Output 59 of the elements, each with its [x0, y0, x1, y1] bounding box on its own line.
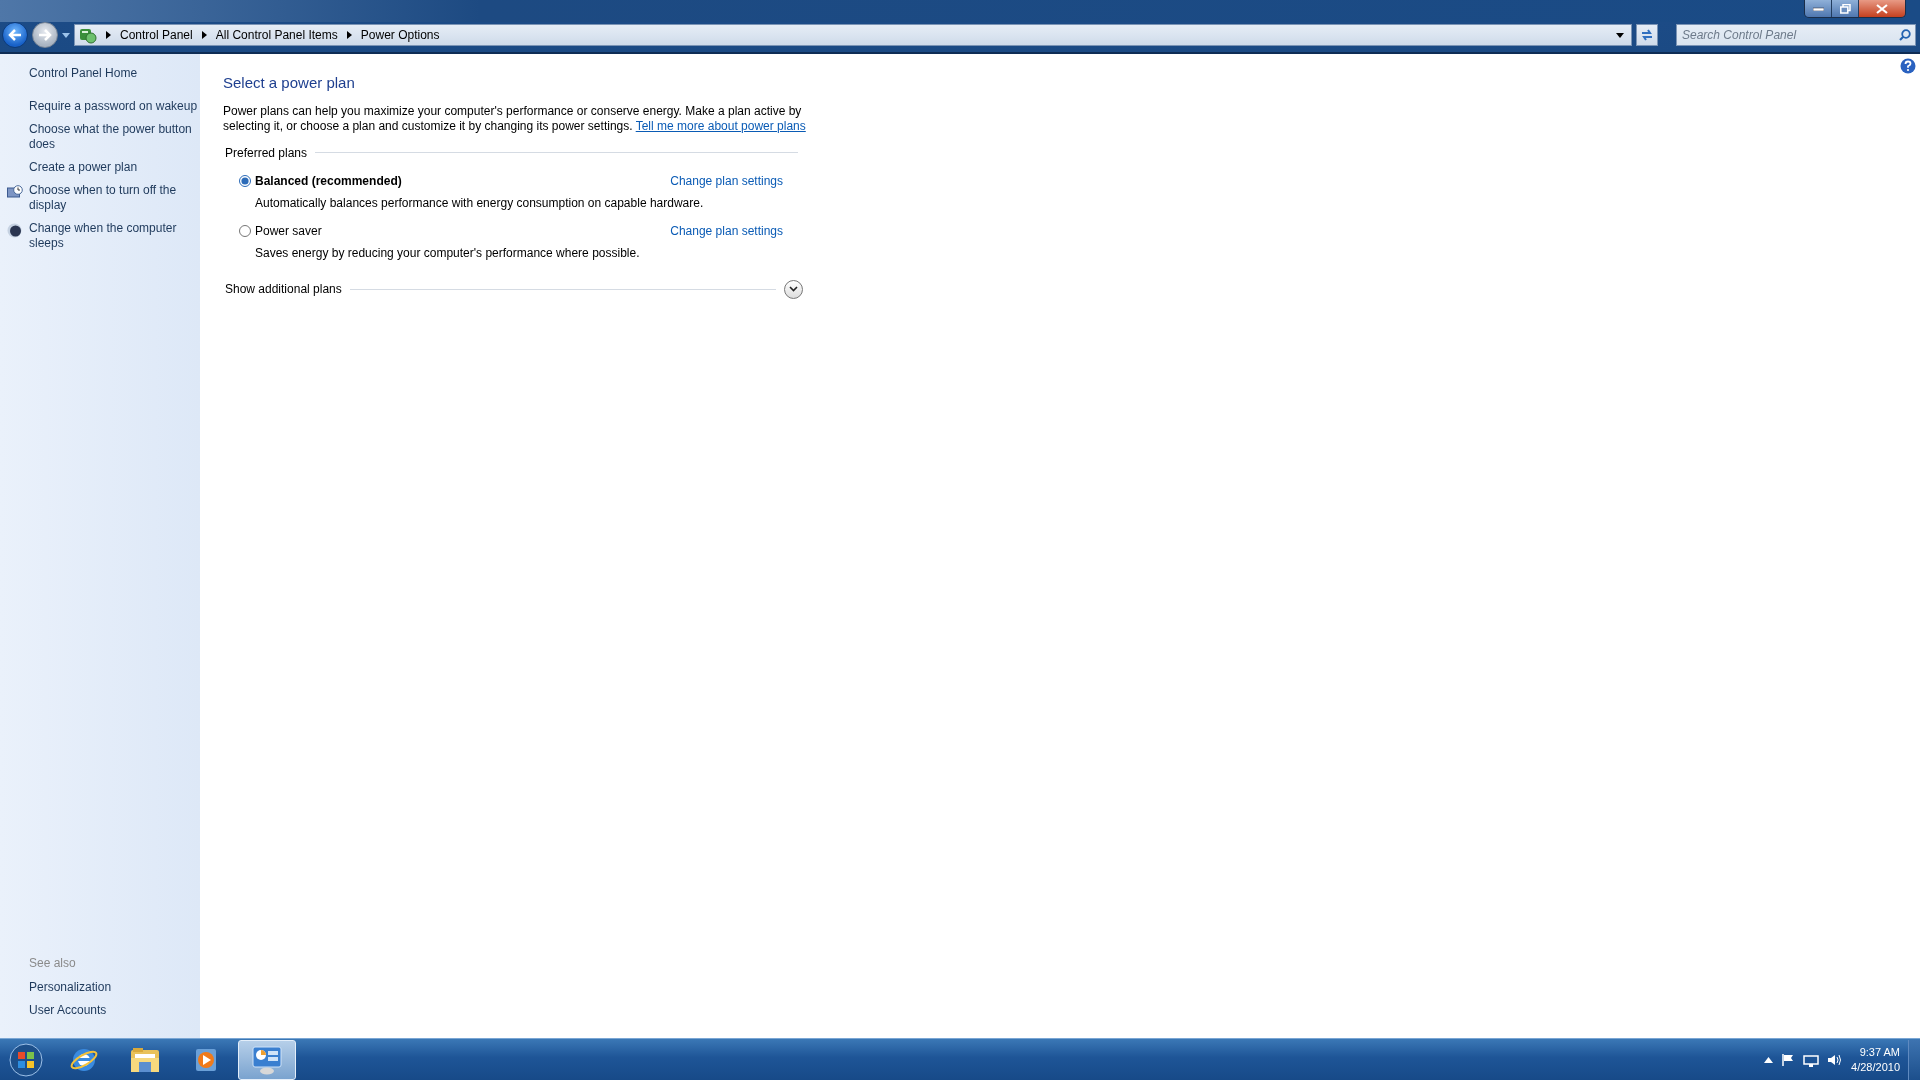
monitor-clock-icon [7, 185, 23, 201]
radio-button[interactable] [239, 174, 251, 187]
close-icon [1876, 3, 1888, 14]
sidebar-link[interactable]: Create a power plan [29, 160, 199, 175]
page-title: Select a power plan [223, 73, 356, 93]
forward-button[interactable] [32, 22, 58, 48]
sidebar-link[interactable]: Require a password on wakeup [29, 99, 199, 114]
flag-icon[interactable] [1781, 1052, 1796, 1067]
history-dropdown-icon[interactable] [62, 32, 70, 38]
address-dropdown-icon[interactable] [1616, 32, 1624, 38]
back-arrow-icon [8, 29, 22, 41]
restore-icon [1839, 3, 1851, 14]
network-icon[interactable] [1803, 1052, 1820, 1067]
forward-arrow-icon [38, 29, 52, 41]
close-button[interactable] [1859, 0, 1905, 17]
search-field[interactable]: Search Control Panel [1676, 24, 1916, 46]
change-plan-settings-link[interactable]: Change plan settings [670, 171, 783, 190]
refresh-icon [1640, 29, 1654, 41]
refresh-button[interactable] [1636, 24, 1658, 46]
moon-icon [7, 223, 22, 239]
address-bar[interactable]: Control Panel All Control Panel Items Power Options [74, 24, 1632, 46]
chevron-icon [789, 286, 798, 292]
back-button[interactable] [2, 22, 28, 48]
help-icon[interactable] [1900, 58, 1916, 74]
change-plan-settings-link[interactable]: Change plan settings [670, 221, 783, 240]
plan-name: Balanced (recommended) [255, 172, 402, 190]
sidebar-link[interactable]: Control Panel Home [29, 66, 138, 81]
radio-button[interactable] [239, 224, 251, 237]
sidebar-link[interactable]: Personalization [29, 980, 112, 995]
taskbar-button[interactable] [238, 1039, 296, 1080]
see-also-heading: See also [28, 955, 77, 972]
restore-button[interactable] [1832, 0, 1859, 17]
chevron-icon [201, 31, 207, 39]
clock[interactable]: 9:37 AM 4/28/2010 [1851, 1044, 1900, 1075]
control-panel-icon [79, 26, 97, 44]
sidebar-link[interactable]: User Accounts [29, 1003, 107, 1018]
chevron-icon [346, 31, 352, 39]
speaker-icon[interactable] [1827, 1052, 1844, 1067]
breadcrumb-link[interactable]: All Control Panel Items [215, 26, 338, 44]
plan-name: Power saver [255, 222, 322, 240]
help-link[interactable]: Tell me more about power plans [635, 118, 806, 133]
minimize-button[interactable] [1805, 0, 1832, 17]
intro-paragraph: Power plans can help you maximize your computer's performance or conserve energy. Make a plan active by selecting it, or choose a plan and customize it by changing its power settings. Tell me more about power plans [223, 103, 807, 134]
chevron-icon [106, 31, 111, 39]
show-hidden-icons-button[interactable] [1764, 1056, 1774, 1063]
sidebar-link[interactable]: Choose when to turn off the display [29, 183, 199, 213]
plan-description: Automatically balances performance with energy consumption on capable hardware. [254, 194, 705, 212]
minimize-icon [1812, 6, 1824, 11]
sidebar-link[interactable]: Change when the computer sleeps [29, 221, 199, 251]
search-icon [1899, 29, 1911, 41]
sidebar-link[interactable]: Choose what the power button does [29, 122, 199, 152]
expand-button[interactable] [784, 279, 803, 299]
section-heading: Show additional plans [225, 281, 342, 298]
folder-icon [129, 1045, 161, 1074]
breadcrumb-link[interactable]: Power Options [360, 26, 440, 44]
section-heading: Preferred plans [225, 144, 308, 162]
breadcrumb-link[interactable]: Control Panel [120, 26, 193, 44]
plan-description: Saves energy by reducing your computer's performance where possible. [254, 244, 641, 262]
control-panel-icon [251, 1044, 283, 1075]
